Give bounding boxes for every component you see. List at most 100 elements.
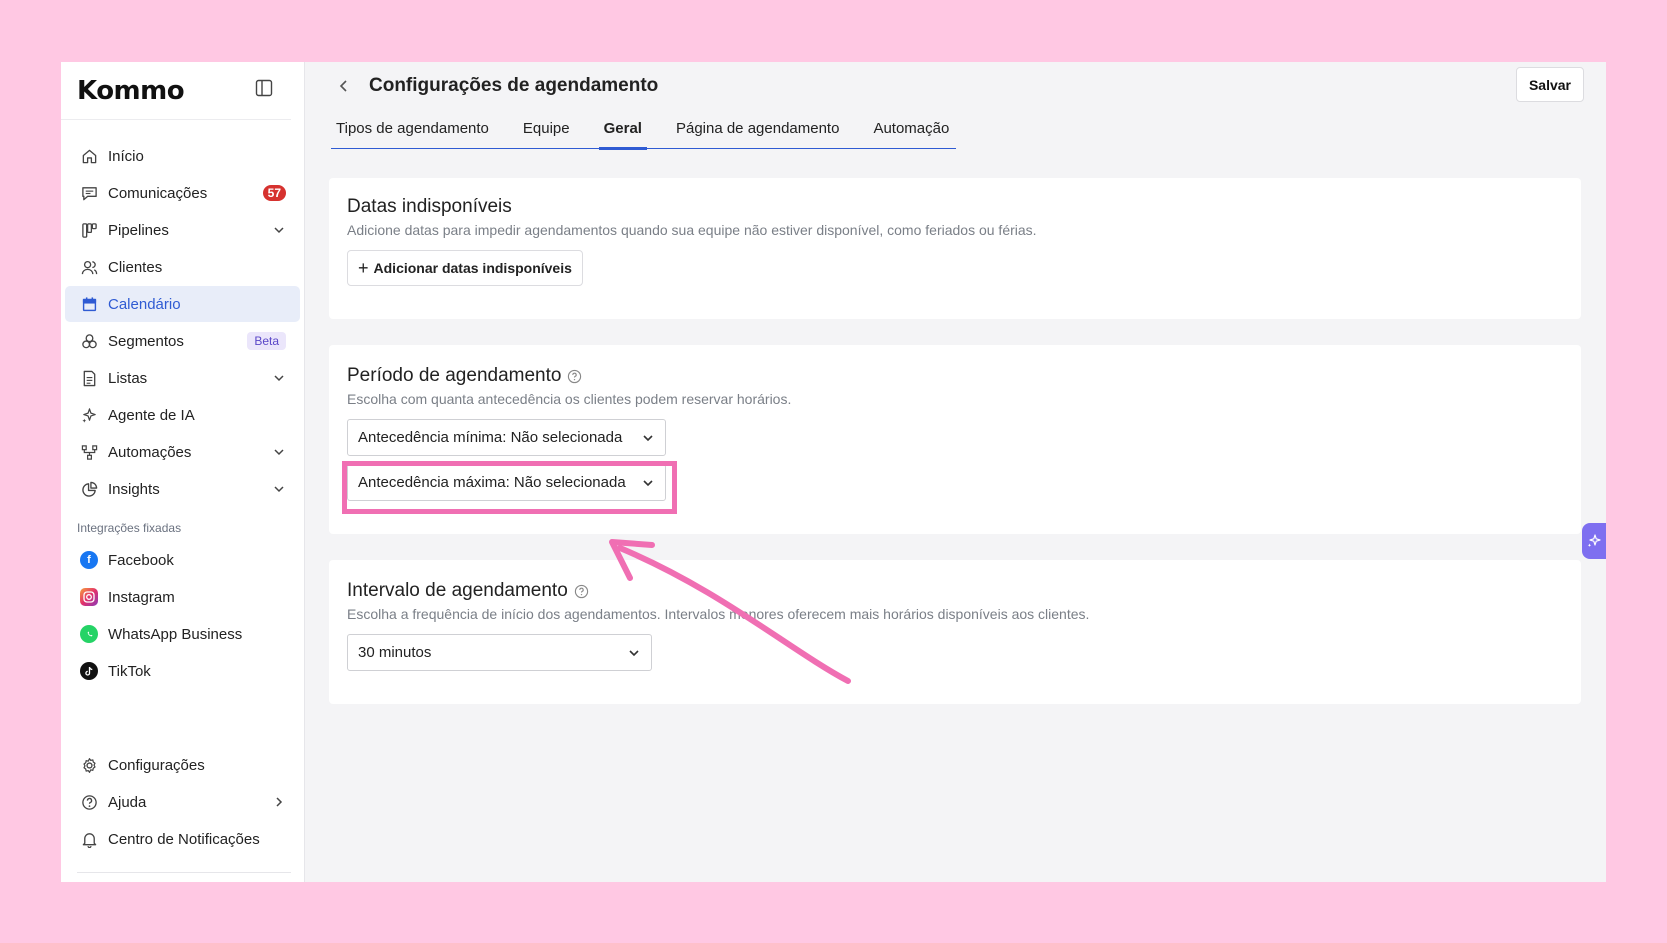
add-unavailable-dates-label: Adicionar datas indisponíveis — [373, 260, 572, 276]
sidebar-item-label: Segmentos — [108, 332, 184, 350]
integrations-section-label: Integrações fixadas — [77, 521, 182, 535]
save-button[interactable]: Salvar — [1515, 67, 1584, 102]
sidebar-item-pipelines[interactable]: Pipelines — [65, 212, 300, 248]
sidebar-item-label: Centro de Notificações — [108, 830, 260, 848]
unavailable-dates-description: Adicione datas para impedir agendamentos… — [347, 222, 1037, 238]
help-icon[interactable] — [567, 369, 582, 384]
scheduling-period-description: Escolha com quanta antecedência os clien… — [347, 391, 792, 407]
sidebar-item-configuracoes[interactable]: Configurações — [65, 747, 300, 783]
calendar-icon — [79, 294, 99, 314]
page-title: Configurações de agendamento — [369, 75, 659, 96]
interval-value: 30 minutos — [358, 644, 432, 661]
chevron-down-icon — [629, 649, 639, 656]
collapse-sidebar-icon[interactable] — [255, 79, 273, 102]
min-advance-value: Antecedência mínima: Não selecionada — [358, 429, 623, 446]
sidebar-item-tiktok[interactable]: TikTok — [65, 653, 300, 689]
sidebar-item-ajuda[interactable]: Ajuda — [65, 784, 300, 820]
page-header: Configurações de agendamento — [305, 62, 1606, 110]
sidebar-item-label: Pipelines — [108, 221, 169, 239]
chevron-down-icon — [274, 375, 284, 382]
scheduling-interval-card: Intervalo de agendamento Escolha a frequ… — [329, 560, 1581, 704]
sidebar-item-label: Clientes — [108, 258, 163, 276]
tab-equipe[interactable]: Equipe — [518, 120, 575, 149]
sidebar-item-insights[interactable]: Insights — [65, 471, 300, 507]
sidebar-item-label: Início — [108, 147, 144, 165]
sidebar-item-calendario[interactable]: Calendário — [65, 286, 300, 322]
sidebar-item-inicio[interactable]: Início — [65, 138, 300, 174]
sidebar-item-label: Configurações — [108, 756, 205, 774]
sidebar-bottom-nav: Configurações Ajuda Centro de Notificaçõ… — [61, 746, 304, 857]
automation-icon — [79, 442, 99, 462]
list-icon — [79, 368, 99, 388]
ai-assistant-button[interactable] — [1582, 523, 1606, 559]
gear-icon — [79, 755, 99, 775]
sidebar-item-clientes[interactable]: Clientes — [65, 249, 300, 285]
sidebar: Kommo Início Comunicações 57 Pipelines C… — [61, 62, 305, 882]
sidebar-item-listas[interactable]: Listas — [65, 360, 300, 396]
users-icon — [79, 257, 99, 277]
scheduling-period-title: Período de agendamento — [347, 365, 1563, 387]
sidebar-item-automacoes[interactable]: Automações — [65, 434, 300, 470]
sidebar-item-facebook[interactable]: f Facebook — [65, 542, 300, 578]
instagram-icon — [79, 587, 99, 607]
unavailable-dates-title: Datas indisponíveis — [347, 196, 512, 217]
logo-row: Kommo — [61, 62, 291, 120]
sidebar-item-label: WhatsApp Business — [108, 625, 243, 643]
main-nav: Início Comunicações 57 Pipelines Cliente… — [61, 120, 304, 689]
beta-badge: Beta — [247, 332, 286, 350]
scheduling-interval-description: Escolha a frequência de início dos agend… — [347, 606, 1090, 622]
chevron-down-icon — [274, 449, 284, 456]
chevron-down-icon — [274, 486, 284, 493]
scheduling-period-title-text: Período de agendamento — [347, 365, 562, 386]
unread-count-badge: 57 — [262, 185, 286, 201]
whatsapp-icon — [79, 624, 99, 644]
chevron-right-icon — [276, 797, 283, 807]
sidebar-item-comunicacoes[interactable]: Comunicações 57 — [65, 175, 300, 211]
sidebar-item-segmentos[interactable]: Segmentos Beta — [65, 323, 300, 359]
interval-select[interactable]: 30 minutos — [347, 634, 652, 671]
sidebar-item-label: Ajuda — [108, 793, 147, 811]
help-icon — [79, 792, 99, 812]
app-window: Kommo Início Comunicações 57 Pipelines C… — [61, 62, 1606, 882]
sidebar-item-label: Instagram — [108, 588, 175, 606]
scheduling-interval-title: Intervalo de agendamento — [347, 580, 1563, 602]
scheduling-interval-title-text: Intervalo de agendamento — [347, 580, 568, 601]
sidebar-item-label: Insights — [108, 480, 160, 498]
add-unavailable-dates-button[interactable]: + Adicionar datas indisponíveis — [347, 250, 583, 286]
unavailable-dates-card: Datas indisponíveis Adicione datas para … — [329, 178, 1581, 319]
sidebar-item-label: Automações — [108, 443, 192, 461]
sidebar-item-whatsapp-business[interactable]: WhatsApp Business — [65, 616, 300, 652]
sidebar-item-label: Comunicações — [108, 184, 208, 202]
sidebar-divider — [77, 872, 291, 882]
home-icon — [79, 146, 99, 166]
chevron-down-icon — [643, 434, 653, 441]
tab-geral[interactable]: Geral — [598, 120, 648, 150]
segments-icon — [79, 331, 99, 351]
sidebar-item-agente-ia[interactable]: Agente de IA — [65, 397, 300, 433]
pie-chart-icon — [79, 479, 99, 499]
sparkle-icon — [79, 405, 99, 425]
facebook-icon: f — [79, 550, 99, 570]
sidebar-item-label: Calendário — [108, 295, 181, 313]
chat-icon — [79, 183, 99, 203]
sparkle-icon — [1587, 534, 1601, 547]
sidebar-item-instagram[interactable]: Instagram — [65, 579, 300, 615]
tab-pagina-de-agendamento[interactable]: Página de agendamento — [671, 120, 844, 149]
bell-icon — [79, 829, 99, 849]
settings-tabs: Tipos de agendamento Equipe Geral Página… — [331, 120, 956, 150]
sidebar-item-label: Agente de IA — [108, 406, 195, 424]
tiktok-icon — [79, 661, 99, 681]
min-advance-select[interactable]: Antecedência mínima: Não selecionada — [347, 419, 666, 456]
highlight-box — [342, 461, 677, 514]
pipeline-icon — [79, 220, 99, 240]
tab-tipos-de-agendamento[interactable]: Tipos de agendamento — [331, 120, 494, 149]
chevron-down-icon — [274, 227, 284, 234]
sidebar-item-label: Listas — [108, 369, 148, 387]
sidebar-item-label: TikTok — [108, 662, 151, 680]
help-icon[interactable] — [574, 584, 589, 599]
kommo-logo: Kommo — [77, 75, 185, 106]
sidebar-item-label: Facebook — [108, 551, 174, 569]
tab-automacao[interactable]: Automação — [868, 120, 954, 149]
sidebar-item-centro-notificacoes[interactable]: Centro de Notificações — [65, 821, 300, 857]
back-arrow-icon[interactable] — [333, 75, 355, 97]
